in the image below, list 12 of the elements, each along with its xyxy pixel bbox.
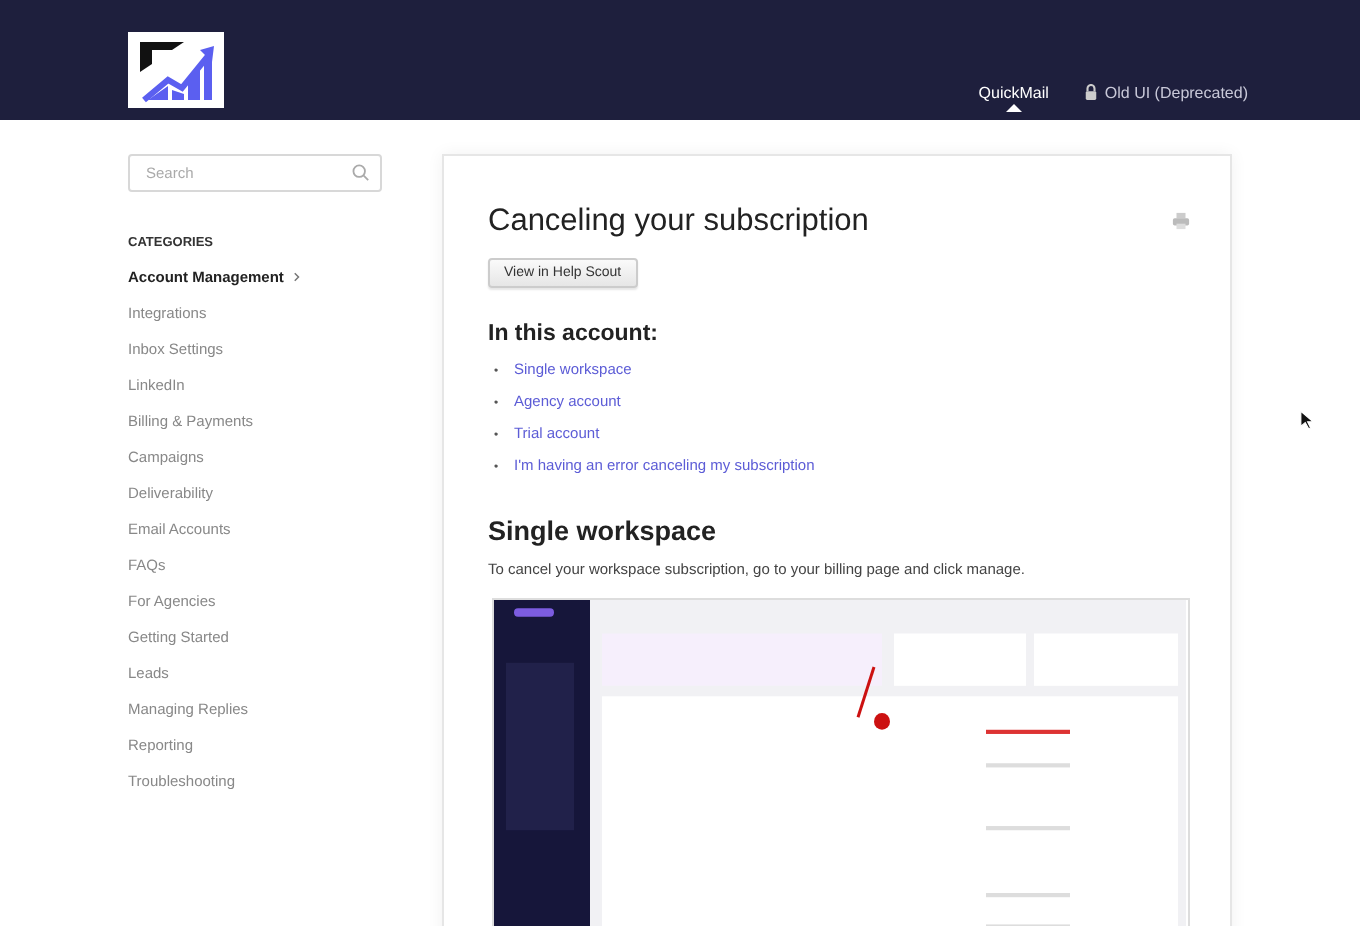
section-heading: Single workspace [488, 516, 719, 546]
cursor-icon [1300, 410, 1314, 430]
active-indicator [1005, 104, 1022, 112]
article-title: Canceling your subscription [488, 204, 869, 240]
print-icon[interactable] [1172, 212, 1190, 230]
toc-heading: In this account: [488, 322, 660, 346]
logo-icon [128, 32, 224, 108]
nav-link[interactable]: Old UI (Deprecated) [1084, 82, 1248, 102]
search-icon [352, 164, 370, 182]
lock-icon [1084, 84, 1099, 100]
nav-link[interactable]: QuickMail [978, 82, 1049, 102]
chevron-icon [293, 272, 300, 282]
